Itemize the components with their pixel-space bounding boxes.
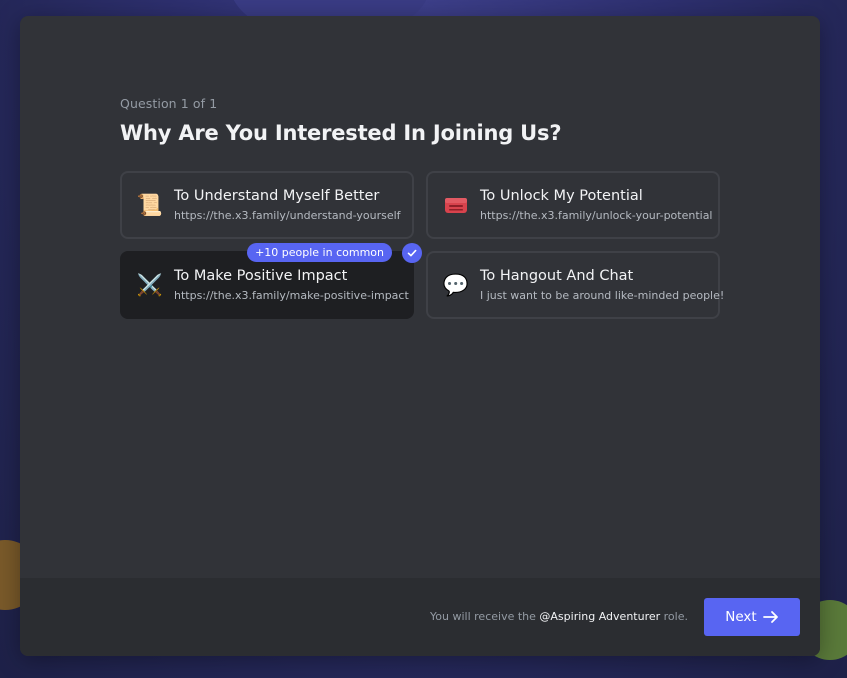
option-title: To Unlock My Potential: [480, 188, 643, 204]
option-description: https://the.x3.family/understand-yoursel…: [174, 209, 401, 222]
option-description: https://the.x3.family/unlock-your-potent…: [480, 209, 713, 222]
option-title: To Make Positive Impact: [174, 268, 348, 284]
next-button-label: Next: [725, 609, 757, 625]
option-hangout-chat[interactable]: 💬 To Hangout And Chat I just want to be …: [426, 251, 725, 319]
option-positive-impact[interactable]: +10 people in common ⚔️ To Make Positive…: [120, 243, 422, 319]
option-text: To Understand Myself Better https://the.…: [174, 188, 401, 222]
option-unlock-potential[interactable]: To Unlock My Potential https://the.x3.fa…: [426, 171, 720, 239]
question-section: Question 1 of 1 Why Are You Interested I…: [120, 96, 725, 319]
speech-bubble-icon: 💬: [442, 272, 470, 297]
modal-footer: You will receive the @Aspiring Adventure…: [20, 578, 820, 656]
toolbox-icon-graphic: [445, 198, 467, 213]
role-note-prefix: You will receive the: [430, 610, 536, 623]
option-text: To Hangout And Chat I just want to be ar…: [480, 268, 725, 302]
role-note-suffix: role.: [663, 610, 688, 623]
toolbox-icon: [442, 191, 470, 219]
crossed-swords-icon: ⚔️: [136, 272, 164, 297]
options-grid: 📜 To Understand Myself Better https://th…: [120, 171, 725, 319]
onboarding-modal: Question 1 of 1 Why Are You Interested I…: [20, 16, 820, 656]
role-mention: @Aspiring Adventurer: [539, 610, 661, 623]
question-title: Why Are You Interested In Joining Us?: [120, 121, 562, 145]
option-text: To Unlock My Potential https://the.x3.fa…: [480, 188, 713, 222]
role-note: You will receive the @Aspiring Adventure…: [430, 610, 688, 623]
option-title: To Understand Myself Better: [174, 188, 380, 204]
scroll-icon: 📜: [136, 192, 164, 217]
next-button[interactable]: Next: [704, 598, 800, 636]
people-in-common-badge: +10 people in common: [247, 243, 392, 262]
arrow-right-icon: [762, 611, 778, 623]
option-description: https://the.x3.family/make-positive-impa…: [174, 289, 409, 302]
option-text: To Make Positive Impact https://the.x3.f…: [174, 268, 409, 302]
option-title: To Hangout And Chat: [480, 268, 634, 284]
selected-check-icon: [402, 243, 422, 263]
option-understand-myself[interactable]: 📜 To Understand Myself Better https://th…: [120, 171, 414, 239]
question-counter: Question 1 of 1: [120, 96, 218, 111]
option-description: I just want to be around like-minded peo…: [480, 289, 725, 302]
